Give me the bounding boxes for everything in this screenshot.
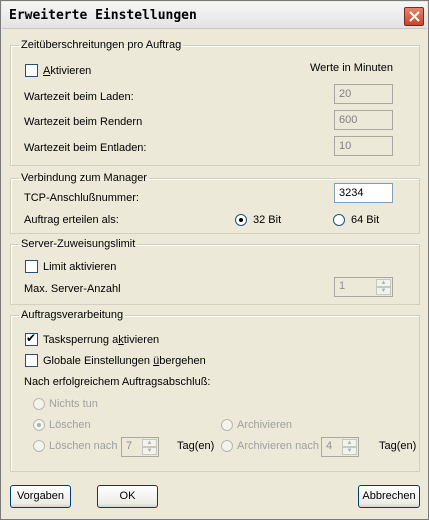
- archive-days-value: 4: [326, 440, 333, 452]
- render-timeout-label: Wartezeit beim Rendern: [24, 116, 143, 128]
- timeouts-legend: Zeitüberschreitungen pro Auftrag: [21, 39, 182, 51]
- bit64-label[interactable]: 64 Bit: [351, 213, 379, 227]
- spin-down-arrow-icon[interactable]: ▼: [342, 447, 357, 455]
- global-settings-label[interactable]: Globale Einstellungen übergehen: [43, 354, 206, 368]
- server-limit-legend: Server-Zuweisungslimit: [21, 238, 136, 250]
- load-timeout-field[interactable]: 20: [334, 84, 393, 104]
- max-servers-spinner[interactable]: 1 ▲ ▼: [334, 277, 393, 297]
- units-label: Werte in Minuten: [310, 62, 393, 74]
- global-settings-checkbox[interactable]: [25, 354, 38, 367]
- archive-after-radio[interactable]: [221, 440, 233, 452]
- cancel-button[interactable]: Abbrechen: [358, 485, 420, 508]
- limit-checkbox[interactable]: [25, 260, 38, 273]
- archive-days-unit: Tag(en): [379, 440, 417, 452]
- task-lock-checkbox[interactable]: [25, 331, 38, 346]
- delete-radio[interactable]: [33, 419, 45, 431]
- max-servers-value: 1: [339, 280, 346, 292]
- manager-legend: Verbindung zum Manager: [21, 172, 147, 184]
- bit32-radio[interactable]: [235, 214, 247, 226]
- limit-label[interactable]: Limit aktivieren: [43, 260, 116, 274]
- max-servers-label: Max. Server-Anzahl: [24, 283, 121, 295]
- spin-up-arrow-icon[interactable]: ▲: [376, 279, 391, 287]
- bit64-radio[interactable]: [333, 214, 345, 226]
- nothing-label[interactable]: Nichts tun: [49, 397, 98, 411]
- dialog-window: Erweiterte Einstellungen Zeitüberschreit…: [0, 0, 429, 520]
- port-field[interactable]: 3234: [334, 183, 393, 203]
- defaults-button[interactable]: Vorgaben: [10, 485, 71, 508]
- activate-timeouts-checkbox[interactable]: [25, 64, 38, 77]
- delete-days-spinner[interactable]: 7 ▲ ▼: [121, 437, 159, 457]
- delete-after-radio[interactable]: [33, 440, 45, 452]
- spin-down-arrow-icon[interactable]: ▼: [376, 287, 391, 295]
- close-button[interactable]: [404, 7, 424, 26]
- title-bar[interactable]: Erweiterte Einstellungen: [2, 2, 427, 29]
- archive-label[interactable]: Archivieren: [237, 418, 292, 432]
- archive-radio[interactable]: [221, 419, 233, 431]
- archive-days-spinner[interactable]: 4 ▲ ▼: [321, 437, 359, 457]
- ok-button[interactable]: OK: [97, 485, 158, 508]
- spin-down-arrow-icon[interactable]: ▼: [142, 447, 157, 455]
- load-timeout-label: Wartezeit beim Laden:: [24, 91, 134, 103]
- spin-up-arrow-icon[interactable]: ▲: [342, 439, 357, 447]
- render-timeout-field[interactable]: 600: [334, 110, 393, 130]
- delete-days-unit: Tag(en): [177, 440, 215, 452]
- bit32-label[interactable]: 32 Bit: [253, 213, 281, 227]
- unload-timeout-field[interactable]: 10: [334, 136, 393, 156]
- spin-up-arrow-icon[interactable]: ▲: [142, 439, 157, 447]
- delete-after-label[interactable]: Löschen nach: [49, 439, 118, 453]
- assign-as-label: Auftrag erteilen als:: [24, 214, 119, 226]
- after-completion-label: Nach erfolgreichem Auftragsabschluß:: [24, 376, 211, 388]
- window-title: Erweiterte Einstellungen: [9, 8, 197, 23]
- unload-timeout-label: Wartezeit beim Entladen:: [24, 142, 147, 154]
- task-lock-label[interactable]: Tasksperrung aktivieren: [43, 333, 159, 347]
- nothing-radio[interactable]: [33, 398, 45, 410]
- delete-days-value: 7: [126, 440, 133, 452]
- delete-label[interactable]: Löschen: [49, 418, 91, 432]
- archive-after-label[interactable]: Archivieren nach: [237, 439, 319, 453]
- job-processing-legend: Auftragsverarbeitung: [21, 309, 124, 321]
- port-label: TCP-Anschlußnummer:: [24, 192, 139, 204]
- activate-timeouts-label[interactable]: Aktivieren: [43, 64, 91, 78]
- close-icon: [409, 11, 420, 22]
